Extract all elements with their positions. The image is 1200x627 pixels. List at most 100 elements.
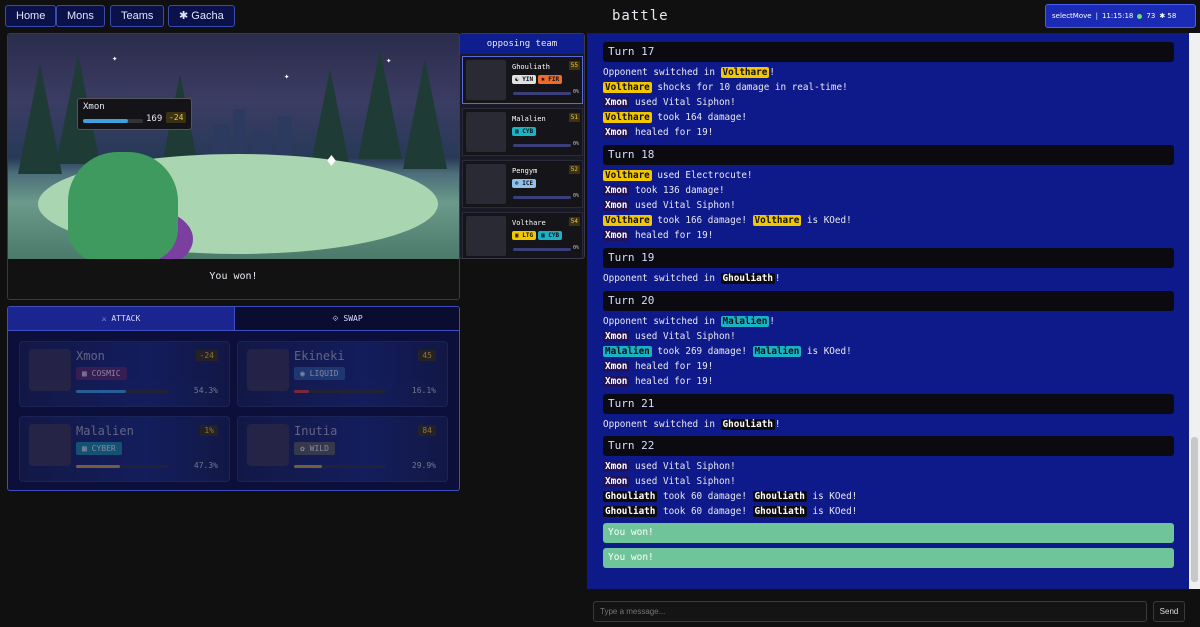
type-tag: ▣ LTG: [512, 231, 537, 240]
swap-mon-level: 45: [418, 350, 436, 361]
send-button[interactable]: Send: [1153, 601, 1185, 622]
chat-input[interactable]: [593, 601, 1147, 622]
tab-swap[interactable]: ⟐ SWAP: [234, 307, 459, 331]
battle-result: You won!: [209, 271, 258, 282]
status-badge: selectMove | 11:15:18 73 ✱ 58: [1045, 4, 1196, 28]
log-line: Xmon took 136 damage!: [603, 185, 725, 196]
log-line: Xmon healed for 19!: [603, 361, 714, 372]
mon-portrait: [29, 424, 71, 466]
log-line: Xmon used Vital Siphon!: [603, 331, 736, 342]
sparkle-icon: ♦: [326, 151, 337, 172]
opposing-mon-name: Volthare: [512, 219, 546, 227]
battle-scene: ✦ ✦ ✦ ♦ Xmon 169 -24: [8, 34, 459, 259]
nav-teams-button[interactable]: Teams: [110, 5, 165, 27]
opposing-hp-pct: 0%: [572, 193, 579, 199]
opposing-hp-bar: [513, 92, 571, 95]
swap-hp-fill: [76, 390, 126, 393]
turn-header: Turn 21: [603, 394, 1174, 414]
star-icon: ✦: [112, 54, 118, 64]
type-tag: ✱ FIR: [538, 75, 563, 84]
mon-portrait: [247, 349, 289, 391]
mon-portrait: [466, 112, 506, 152]
battle-state: selectMove: [1052, 12, 1092, 20]
win-banner: You won!: [603, 523, 1174, 543]
log-scrollbar-thumb[interactable]: [1191, 437, 1198, 582]
log-line: Opponent switched in Volthare!: [603, 67, 775, 78]
opposing-mon-card[interactable]: Pengym 52 ❄ ICE 0%: [462, 160, 583, 208]
turn-header: Turn 19: [603, 248, 1174, 268]
log-line: Ghouliath took 60 damage! Ghouliath is K…: [603, 506, 858, 517]
swap-hp-pct: 54.3%: [193, 386, 218, 395]
nav-mons-button[interactable]: Mons: [56, 5, 105, 27]
opposing-mon-card[interactable]: Malalien 51 ▦ CYB 0%: [462, 108, 583, 156]
type-tag: ▦ CYBER: [76, 442, 122, 455]
player-hp-delta: -24: [166, 112, 187, 123]
turn-header: Turn 17: [603, 42, 1174, 62]
type-tags: ❄ ICE: [512, 179, 537, 188]
swap-hp-pct: 47.3%: [193, 461, 218, 470]
mon-portrait: [29, 349, 71, 391]
opposing-mon-level: 54: [568, 217, 580, 226]
log-line: Xmon healed for 19!: [603, 376, 714, 387]
opposing-hp-pct: 0%: [572, 89, 579, 95]
swap-mon-card[interactable]: Ekineki 45 ◉ LIQUID 16.1%: [237, 341, 448, 407]
top-bar: Home Mons Teams ✱ Gacha battle selectMov…: [0, 0, 1200, 33]
swap-mon-card[interactable]: Inutia 84 ✿ WILD 29.9%: [237, 416, 448, 482]
type-tag: ❄ ICE: [512, 179, 537, 188]
opposing-hp-bar: [513, 248, 571, 251]
opposing-mon-level: 52: [568, 165, 580, 174]
opposing-mon-card[interactable]: Ghouliath 55 ☯ YIN ✱ FIR 0%: [462, 56, 583, 104]
opposing-hp-pct: 0%: [572, 245, 579, 251]
log-line: Opponent switched in Ghouliath!: [603, 419, 781, 430]
nav-gacha-button[interactable]: ✱ Gacha: [168, 5, 235, 27]
player-hp-box: Xmon 169 -24: [77, 98, 192, 130]
controls-panel: ⚔ ATTACK ⟐ SWAP Xmon -24 ▦ COSMIC 54.3% Ekin…: [7, 306, 460, 491]
swap-hp-bar: [76, 390, 168, 393]
swap-mon-name: Malalien: [76, 424, 134, 438]
log-line: Xmon used Vital Siphon!: [603, 476, 736, 487]
player-hp-fill: [83, 119, 128, 123]
mon-portrait: [466, 164, 506, 204]
swap-mon-level: 84: [418, 425, 436, 436]
swap-hp-fill: [76, 465, 120, 468]
log-line: Volthare shocks for 10 damage in real-ti…: [603, 82, 848, 93]
swap-hp-pct: 16.1%: [411, 386, 436, 395]
turn-header: Turn 22: [603, 436, 1174, 456]
opposing-team-panel: opposing team Ghouliath 55 ☯ YIN ✱ FIR 0% Mal…: [459, 33, 585, 259]
type-tags: ☯ YIN ✱ FIR: [512, 75, 563, 84]
online-count: 73: [1146, 12, 1156, 20]
type-tags: ▣ LTG ▦ CYB: [512, 231, 563, 240]
turn-header: Turn 18: [603, 145, 1174, 165]
tree-icon: [358, 49, 402, 159]
mon-portrait: [247, 424, 289, 466]
swap-mon-name: Ekineki: [294, 349, 345, 363]
log-line: Opponent switched in Malalien!: [603, 316, 775, 327]
player-mon-sprite: [68, 152, 178, 259]
currency-count: ✱ 58: [1159, 12, 1177, 20]
online-dot-icon: [1137, 13, 1143, 19]
log-line: Volthare took 164 damage!: [603, 112, 747, 123]
swap-mon-name: Xmon: [76, 349, 105, 363]
mon-portrait: [466, 60, 506, 100]
swap-mon-card[interactable]: Malalien 1% ▦ CYBER 47.3%: [19, 416, 230, 482]
swap-mon-card[interactable]: Xmon -24 ▦ COSMIC 54.3%: [19, 341, 230, 407]
swap-hp-bar: [294, 390, 386, 393]
tab-attack[interactable]: ⚔ ATTACK: [8, 307, 234, 331]
swap-hp-bar: [76, 465, 168, 468]
opposing-team-header: opposing team: [460, 34, 584, 54]
opposing-mon-level: 51: [568, 113, 580, 122]
mon-portrait: [466, 216, 506, 256]
player-mon-name: Xmon: [83, 102, 105, 112]
log-line: Xmon healed for 19!: [603, 230, 714, 241]
opposing-hp-bar: [513, 196, 571, 199]
win-banner: You won!: [603, 548, 1174, 568]
log-line: Malalien took 269 damage! Malalien is KO…: [603, 346, 852, 357]
opposing-mon-card[interactable]: Volthare 54 ▣ LTG ▦ CYB 0%: [462, 212, 583, 258]
type-tag: ☯ YIN: [512, 75, 537, 84]
tree-icon: [403, 59, 447, 169]
log-line: Volthare took 166 damage! Volthare is KO…: [603, 215, 852, 226]
nav-home-button[interactable]: Home: [5, 5, 57, 27]
swap-hp-bar: [294, 465, 386, 468]
type-tag: ▦ COSMIC: [76, 367, 127, 380]
swap-hp-pct: 29.9%: [411, 461, 436, 470]
